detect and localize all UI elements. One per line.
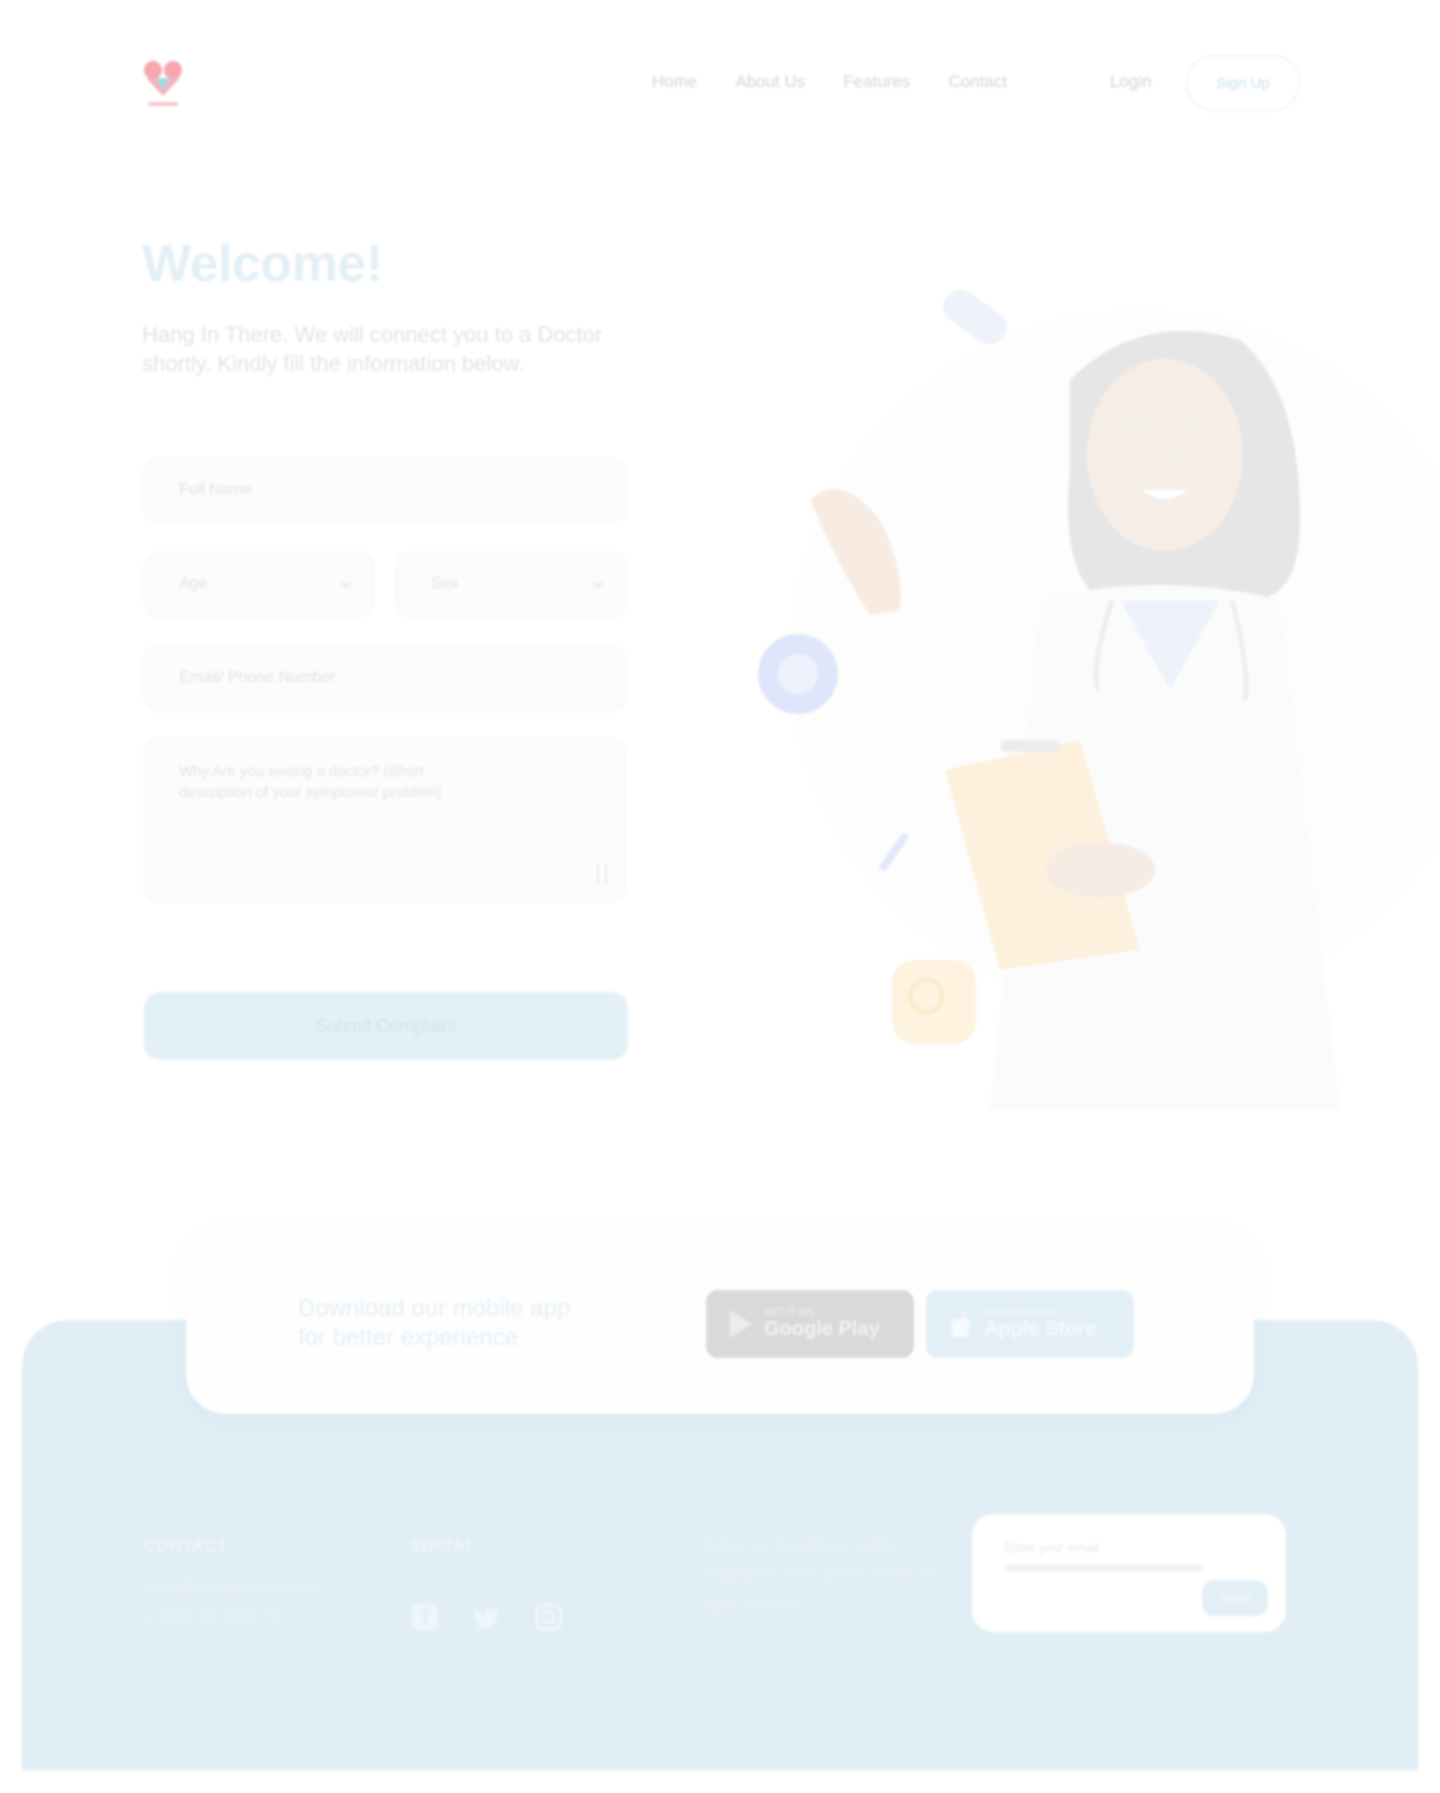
submit-complaint-button[interactable]: Submit Complaint bbox=[144, 992, 628, 1060]
nav-features[interactable]: Features bbox=[843, 72, 910, 92]
newsletter-send-button[interactable]: Send bbox=[1202, 1580, 1268, 1616]
facebook-icon[interactable] bbox=[410, 1602, 440, 1632]
intro-text: Hang In There. We will connect you to a … bbox=[142, 322, 603, 376]
nav-contact[interactable]: Contact bbox=[948, 72, 1007, 92]
chevron-down-icon bbox=[592, 581, 604, 589]
newsletter-input[interactable]: Enter your email bbox=[1004, 1540, 1099, 1555]
signup-button[interactable]: Sign Up bbox=[1186, 55, 1300, 111]
google-play-small-text: GET IT ON bbox=[764, 1307, 814, 1318]
sex-placeholder: Sex bbox=[431, 575, 459, 592]
age-placeholder: Age bbox=[179, 575, 208, 592]
social-heading: SOCIAL bbox=[410, 1538, 477, 1555]
full-name-placeholder: Full Name bbox=[179, 481, 252, 498]
contact-heading: CONTACT bbox=[144, 1538, 229, 1555]
apple-store-button[interactable]: Download on the Apple Store bbox=[926, 1290, 1134, 1358]
resize-handle[interactable] bbox=[597, 863, 607, 885]
app-download-card: Download our mobile app for better exper… bbox=[186, 1228, 1254, 1414]
google-play-button[interactable]: GET IT ON Google Play bbox=[706, 1290, 914, 1358]
full-name-input[interactable]: Full Name bbox=[144, 458, 626, 522]
doctor-illustration bbox=[758, 289, 1440, 1110]
nav-about[interactable]: About Us bbox=[735, 72, 805, 92]
page-title: Welcome! bbox=[142, 235, 383, 293]
main-nav: Home About Us Features Contact bbox=[652, 72, 1007, 92]
google-play-icon bbox=[730, 1310, 752, 1338]
age-select[interactable]: Age bbox=[144, 552, 374, 616]
apple-store-small-text: Download on the bbox=[984, 1307, 1060, 1318]
nav-home[interactable]: Home bbox=[652, 72, 697, 92]
apple-icon bbox=[950, 1311, 971, 1338]
logo-icon[interactable] bbox=[136, 56, 190, 112]
chevron-down-icon bbox=[340, 581, 352, 589]
google-play-label: Google Play bbox=[764, 1318, 880, 1340]
contact-phone[interactable]: (+234) 81 2345 78 bbox=[144, 1602, 283, 1632]
symptoms-placeholder: Why Are you seeing a doctor? (Short desc… bbox=[179, 763, 442, 801]
email-phone-input[interactable]: Email/ Phone Number bbox=[144, 646, 626, 710]
sex-select[interactable]: Sex bbox=[396, 552, 626, 616]
site-header: Home About Us Features Contact Login Sig… bbox=[0, 0, 1440, 170]
email-phone-placeholder: Email/ Phone Number bbox=[179, 669, 336, 686]
copyright-text: Terms and Conditions applied. Copyright … bbox=[702, 1536, 938, 1613]
newsletter-input-line bbox=[1004, 1564, 1204, 1572]
instagram-icon[interactable] bbox=[534, 1602, 564, 1632]
login-link[interactable]: Login bbox=[1110, 72, 1152, 92]
newsletter-card: Enter your email Send bbox=[972, 1514, 1286, 1632]
twitter-icon[interactable] bbox=[472, 1602, 502, 1632]
symptoms-textarea[interactable]: Why Are you seeing a doctor? (Short desc… bbox=[144, 738, 626, 902]
apple-store-label: Apple Store bbox=[984, 1318, 1097, 1340]
app-download-text: Download our mobile app for better exper… bbox=[298, 1295, 571, 1351]
contact-email[interactable]: hello@doctorfinder.com bbox=[144, 1572, 323, 1602]
